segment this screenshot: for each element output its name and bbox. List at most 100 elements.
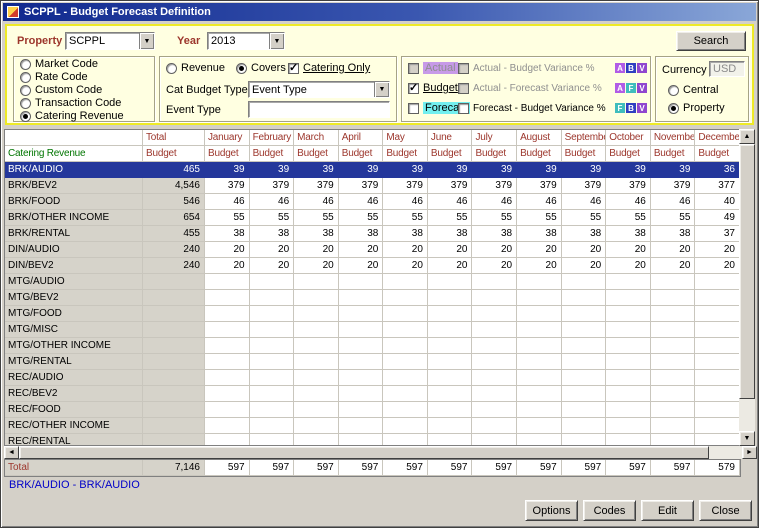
month-cell: 379 bbox=[606, 178, 651, 194]
badge-v-icon: V bbox=[637, 83, 647, 93]
radio-property[interactable]: Property bbox=[668, 102, 725, 114]
grand-total-row: Total7,146597597597597597597597597597597… bbox=[5, 460, 740, 476]
radio-revenue[interactable]: Revenue bbox=[166, 62, 225, 74]
badge-b-icon: B bbox=[626, 103, 636, 113]
checkbox-actual-budget-variance[interactable]: Actual - Budget Variance %ABV bbox=[458, 58, 647, 78]
radio-custom-code[interactable]: Custom Code bbox=[14, 84, 154, 96]
radio-rate-code[interactable]: Rate Code bbox=[14, 71, 154, 83]
table-row-mtg-food[interactable]: MTG/FOOD bbox=[5, 306, 740, 322]
search-button[interactable]: Search bbox=[676, 31, 746, 51]
table-row-rec-food[interactable]: REC/FOOD bbox=[5, 402, 740, 418]
year-combobox[interactable]: 2013 ▼ bbox=[207, 32, 285, 50]
scroll-down-button[interactable]: ▼ bbox=[739, 431, 755, 446]
scroll-up-button[interactable]: ▲ bbox=[739, 129, 755, 144]
radio-central[interactable]: Central bbox=[668, 84, 718, 96]
month-cell: 40 bbox=[695, 194, 740, 210]
filter-panel: Property SCPPL ▼ Year 2013 ▼ Search Mark… bbox=[5, 24, 754, 125]
table-row-mtg-other-income[interactable]: MTG/OTHER INCOME bbox=[5, 338, 740, 354]
table-row-rec-rental[interactable]: REC/RENTAL bbox=[5, 434, 740, 446]
checkbox-catering-only[interactable]: Catering Only bbox=[288, 62, 370, 74]
chevron-down-icon[interactable]: ▼ bbox=[139, 33, 154, 49]
titlebar[interactable]: SCPPL - Budget Forecast Definition bbox=[3, 3, 756, 21]
month-cell: 55 bbox=[562, 210, 607, 226]
month-cell: 46 bbox=[606, 194, 651, 210]
month-cell bbox=[383, 402, 428, 418]
table-row-brk-bev2[interactable]: BRK/BEV24,546379379379379379379379379379… bbox=[5, 178, 740, 194]
close-button[interactable]: Close bbox=[699, 500, 752, 521]
month-cell bbox=[250, 306, 295, 322]
month-cell bbox=[250, 418, 295, 434]
table-row-rec-audio[interactable]: REC/AUDIO bbox=[5, 370, 740, 386]
month-cell bbox=[517, 274, 562, 290]
vertical-scroll-thumb[interactable] bbox=[739, 144, 755, 399]
grand-total-month-cell: 597 bbox=[517, 460, 562, 476]
table-row-din-audio[interactable]: DIN/AUDIO240202020202020202020202020 bbox=[5, 242, 740, 258]
month-cell bbox=[428, 322, 473, 338]
month-cell bbox=[606, 354, 651, 370]
subheader-budget: Budget bbox=[472, 146, 517, 162]
month-cell: 38 bbox=[606, 226, 651, 242]
chevron-down-icon[interactable]: ▼ bbox=[374, 82, 389, 97]
month-cell bbox=[651, 322, 696, 338]
month-cell bbox=[205, 290, 250, 306]
radio-catering-revenue[interactable]: Catering Revenue bbox=[14, 110, 154, 122]
horizontal-scroll-thumb[interactable] bbox=[19, 446, 709, 459]
event-type-field[interactable] bbox=[248, 101, 390, 118]
radio-transaction-code[interactable]: Transaction Code bbox=[14, 97, 154, 109]
checkbox-actual[interactable]: Actual bbox=[408, 62, 458, 74]
table-row-rec-bev2[interactable]: REC/BEV2 bbox=[5, 386, 740, 402]
table-row-mtg-rental[interactable]: MTG/RENTAL bbox=[5, 354, 740, 370]
month-cell bbox=[294, 322, 339, 338]
table-row-mtg-audio[interactable]: MTG/AUDIO bbox=[5, 274, 740, 290]
radio-icon bbox=[668, 103, 679, 114]
month-cell: 38 bbox=[472, 226, 517, 242]
vertical-scrollbar[interactable]: ▲ ▼ bbox=[739, 129, 755, 446]
checkbox-actual-forecast-variance[interactable]: Actual - Forecast Variance %AFV bbox=[458, 78, 647, 98]
table-row-rec-other-income[interactable]: REC/OTHER INCOME bbox=[5, 418, 740, 434]
vertical-scroll-track[interactable] bbox=[739, 399, 755, 431]
chevron-down-icon[interactable]: ▼ bbox=[269, 33, 284, 49]
codes-button[interactable]: Codes bbox=[583, 500, 636, 521]
edit-button[interactable]: Edit bbox=[641, 500, 694, 521]
subheader-budget: Budget bbox=[651, 146, 696, 162]
window-title: SCPPL - Budget Forecast Definition bbox=[24, 6, 211, 18]
radio-icon bbox=[20, 72, 31, 83]
month-cell bbox=[294, 274, 339, 290]
table-row-mtg-bev2[interactable]: MTG/BEV2 bbox=[5, 290, 740, 306]
cat-budget-type-combobox[interactable]: Event Type ▼ bbox=[248, 81, 390, 98]
month-cell bbox=[517, 386, 562, 402]
radio-market-code[interactable]: Market Code bbox=[14, 58, 154, 70]
radio-label: Central bbox=[683, 84, 718, 96]
radio-icon bbox=[236, 63, 247, 74]
horizontal-scroll-track[interactable] bbox=[709, 446, 742, 459]
table-row-mtg-misc[interactable]: MTG/MISC bbox=[5, 322, 740, 338]
total-cell: 455 bbox=[143, 226, 205, 242]
checkbox-forecast-budget-variance[interactable]: Forecast - Budget Variance %FBV bbox=[458, 98, 647, 118]
table-row-brk-audio[interactable]: BRK/AUDIO465393939393939393939393936 bbox=[5, 162, 740, 178]
horizontal-scrollbar[interactable]: ◄ ► bbox=[4, 446, 757, 459]
month-cell bbox=[383, 386, 428, 402]
month-cell: 20 bbox=[472, 242, 517, 258]
row-label: MTG/FOOD bbox=[5, 306, 143, 322]
corner-blank bbox=[5, 130, 143, 146]
radio-covers[interactable]: Covers bbox=[236, 62, 286, 74]
table-row-brk-food[interactable]: BRK/FOOD546464646464646464646464640 bbox=[5, 194, 740, 210]
checkbox-label: Forecast - Budget Variance % bbox=[473, 103, 611, 114]
currency-field: USD bbox=[709, 61, 745, 77]
month-cell bbox=[517, 370, 562, 386]
month-cell bbox=[250, 354, 295, 370]
month-cell bbox=[339, 418, 384, 434]
checkbox-budget[interactable]: Budget bbox=[408, 82, 458, 94]
table-row-brk-rental[interactable]: BRK/RENTAL455383838383838383838383837 bbox=[5, 226, 740, 242]
month-cell: 38 bbox=[205, 226, 250, 242]
month-cell bbox=[205, 338, 250, 354]
property-combobox[interactable]: SCPPL ▼ bbox=[65, 32, 155, 50]
month-cell bbox=[695, 274, 740, 290]
month-cell: 20 bbox=[339, 242, 384, 258]
scroll-left-button[interactable]: ◄ bbox=[4, 446, 19, 459]
table-row-din-bev2[interactable]: DIN/BEV2240202020202020202020202020 bbox=[5, 258, 740, 274]
row-label: BRK/AUDIO bbox=[5, 162, 143, 178]
options-button[interactable]: Options bbox=[525, 500, 578, 521]
scroll-right-button[interactable]: ► bbox=[742, 446, 757, 459]
table-row-brk-other-income[interactable]: BRK/OTHER INCOME654555555555555555555555… bbox=[5, 210, 740, 226]
